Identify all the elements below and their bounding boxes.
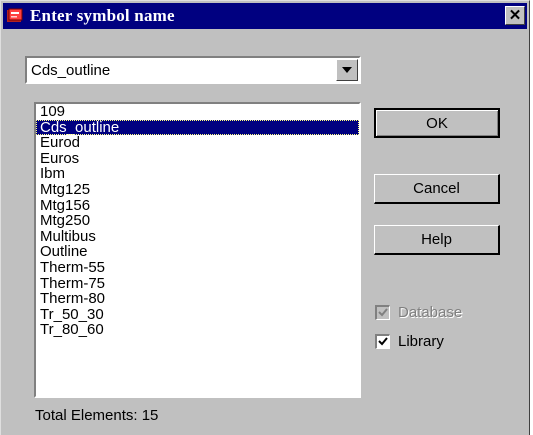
list-item[interactable]: Tr_50_30 [36,307,359,323]
library-checkbox[interactable] [375,333,390,349]
symbol-list[interactable]: 109 Cds_outline Eurod Euros Ibm Mtg125 Mtg156 M… [34,102,361,398]
list-item[interactable]: Mtg125 [36,182,359,198]
symbol-combo[interactable]: Cds_outline [25,56,361,84]
cancel-button[interactable]: Cancel [374,174,500,204]
window-title: Enter symbol name [30,6,175,25]
list-item[interactable]: Mtg250 [36,213,359,229]
list-item[interactable]: Euros [36,151,359,167]
book-icon [7,8,23,22]
list-item[interactable]: Eurod [36,135,359,151]
list-item[interactable]: Outline [36,244,359,260]
list-item[interactable]: Ibm [36,166,359,182]
check-icon [378,337,388,346]
chevron-down-icon[interactable] [336,59,358,81]
list-item[interactable]: Therm-55 [36,260,359,276]
combo-value: Cds_outline [31,62,111,79]
database-label: Database [398,303,463,321]
list-item[interactable]: 109 [36,104,359,120]
total-elements-status: Total Elements: 15 [35,407,159,424]
check-icon [378,308,388,317]
database-checkbox [375,304,390,320]
database-checkbox-row: Database [375,303,462,321]
list-item[interactable]: Multibus [36,229,359,245]
library-checkbox-row[interactable]: Library [375,332,444,350]
ok-button[interactable]: OK [374,108,500,138]
close-icon[interactable]: ✕ [505,6,525,25]
library-label: Library [398,332,444,350]
list-item[interactable]: Tr_80_60 [36,322,359,338]
help-button[interactable]: Help [374,225,500,255]
title-bar[interactable]: Enter symbol name ✕ [3,3,527,29]
list-item[interactable]: Cds_outline [36,119,359,136]
symbol-dialog: Enter symbol name ✕ Cds_outline 109 Cds_o… [0,0,530,435]
list-item[interactable]: Therm-80 [36,291,359,307]
list-item[interactable]: Therm-75 [36,275,359,292]
list-item[interactable]: Mtg156 [36,197,359,214]
